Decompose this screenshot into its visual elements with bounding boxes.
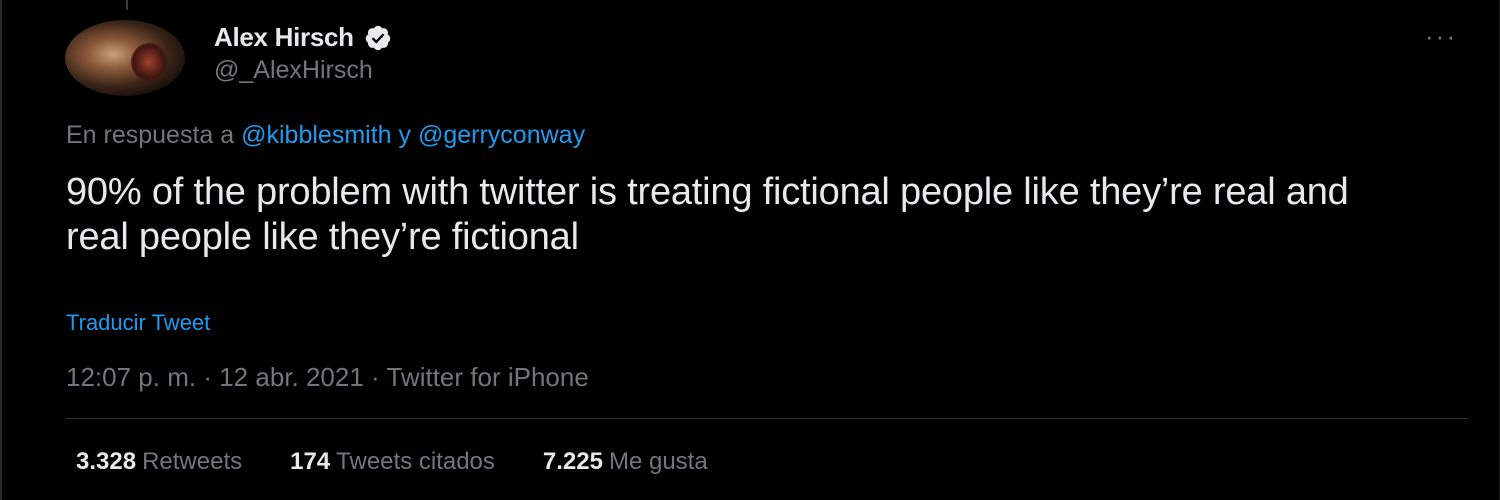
quote-tweets-stat[interactable]: 174 Tweets citados: [290, 448, 495, 476]
stats-divider: [66, 418, 1468, 419]
tweet-detail-view: Alex Hirsch @_AlexHirsch ··· En respuest…: [0, 0, 1500, 500]
mention-link-kibblesmith[interactable]: @kibblesmith: [241, 121, 391, 149]
tweet-body-text: 90% of the problem with twitter is treat…: [66, 171, 1349, 258]
retweets-stat[interactable]: 3.328 Retweets: [76, 448, 242, 476]
tweet-source[interactable]: Twitter for iPhone: [386, 362, 588, 392]
quote-tweets-label: Tweets citados: [336, 448, 495, 475]
top-divider-tick: [126, 0, 128, 10]
more-options-icon[interactable]: ···: [1425, 23, 1457, 49]
author-handle[interactable]: @_AlexHirsch: [214, 56, 373, 85]
likes-count: 7.225: [542, 448, 603, 475]
likes-stat[interactable]: 7.225 Me gusta: [543, 448, 708, 476]
author-name-row: Alex Hirsch: [214, 22, 392, 53]
tweet-metadata: 12:07 p. m. · 12 abr. 2021 · Twitter for…: [66, 362, 589, 393]
translate-tweet-link[interactable]: Traducir Tweet: [66, 310, 210, 336]
reply-prefix: En respuesta a: [66, 121, 235, 149]
avatar[interactable]: [65, 20, 185, 96]
verified-badge-icon: [364, 24, 392, 52]
engagement-stats: 3.328 Retweets 174 Tweets citados 7.225 …: [76, 448, 708, 476]
reply-joiner: y: [398, 121, 412, 149]
likes-label: Me gusta: [608, 448, 708, 475]
mention-link-gerryconway[interactable]: @gerryconway: [418, 121, 585, 149]
tweet-time[interactable]: 12:07 p. m.: [66, 362, 196, 392]
quote-tweets-count: 174: [290, 448, 331, 475]
reply-context: En respuesta a @kibblesmith y @gerryconw…: [66, 121, 585, 150]
tweet-date[interactable]: 12 abr. 2021: [219, 362, 364, 392]
meta-separator-2: ·: [371, 362, 380, 392]
retweets-label: Retweets: [142, 448, 243, 475]
retweets-count: 3.328: [76, 448, 137, 475]
author-display-name[interactable]: Alex Hirsch: [214, 22, 354, 53]
meta-separator-1: ·: [203, 362, 212, 392]
